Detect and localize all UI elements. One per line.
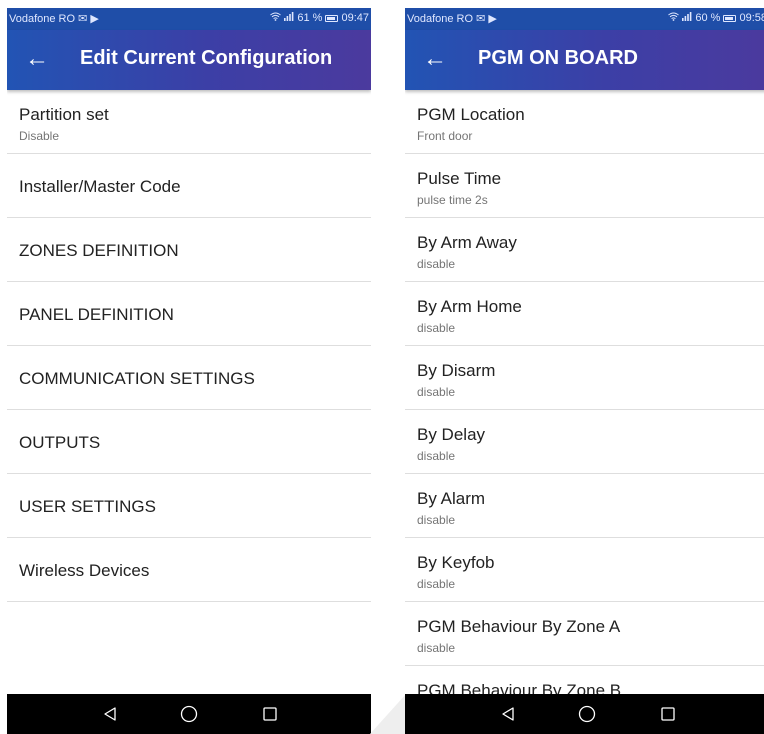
list-item-by-alarm[interactable]: By Alarm disable xyxy=(405,474,764,538)
list-item-subtitle: pulse time 2s xyxy=(417,193,488,207)
circle-home-icon[interactable] xyxy=(164,694,214,734)
wifi-icon xyxy=(668,12,680,24)
signal-icon xyxy=(682,12,692,24)
triangle-back-icon[interactable] xyxy=(483,694,533,734)
list-item-installer-master-code[interactable]: Installer/Master Code xyxy=(7,154,371,218)
list-item-subtitle: disable xyxy=(417,449,456,463)
list-item-panel-definition[interactable]: PANEL DEFINITION xyxy=(7,282,371,346)
list-item-title: By Arm Home xyxy=(417,297,522,316)
list-item-by-arm-home[interactable]: By Arm Home disable xyxy=(405,282,764,346)
list-item-subtitle: disable xyxy=(417,577,456,591)
right-phone-screen: Vodafone RO ✉ ▶ 60 % 09:58 ← PGM ON BOAR… xyxy=(405,8,764,734)
list-item-user-settings[interactable]: USER SETTINGS xyxy=(7,474,371,538)
page-title: Edit Current Configuration xyxy=(80,47,333,69)
app-bar: ← PGM ON BOARD xyxy=(405,30,764,90)
signal-icon xyxy=(284,12,294,24)
wifi-icon xyxy=(270,12,282,24)
status-bar: Vodafone RO ✉ ▶ 60 % 09:58 xyxy=(405,8,764,30)
list-item-pgm-location[interactable]: PGM Location Front door xyxy=(405,90,764,154)
list-item-title: USER SETTINGS xyxy=(19,497,156,516)
list-item-pgm-behaviour-zone-a[interactable]: PGM Behaviour By Zone A disable xyxy=(405,602,764,666)
sim-icon: ✉ xyxy=(476,13,486,25)
pgm-settings-list: PGM Location Front door Pulse Time pulse… xyxy=(405,90,764,730)
clock: 09:47 xyxy=(341,12,369,24)
list-item-wireless-devices[interactable]: Wireless Devices xyxy=(7,538,371,602)
carrier-name: Vodafone RO xyxy=(407,13,474,25)
list-item-title: Partition set xyxy=(19,105,109,124)
list-item-subtitle: Front door xyxy=(417,129,473,143)
list-item-subtitle: disable xyxy=(417,321,456,335)
list-item-subtitle: Disable xyxy=(19,129,60,143)
list-item-by-disarm[interactable]: By Disarm disable xyxy=(405,346,764,410)
list-item-title: By Alarm xyxy=(417,489,486,508)
list-item-title: PANEL DEFINITION xyxy=(19,305,174,324)
page-title: PGM ON BOARD xyxy=(478,47,638,69)
navigation-bar xyxy=(7,694,371,734)
list-item-zones-definition[interactable]: ZONES DEFINITION xyxy=(7,218,371,282)
list-item-subtitle: disable xyxy=(417,513,456,527)
arrow-left-icon[interactable]: ← xyxy=(420,44,450,74)
list-item-by-keyfob[interactable]: By Keyfob disable xyxy=(405,538,764,602)
settings-list: Partition set Disable Installer/Master C… xyxy=(7,90,371,602)
list-item-communication-settings[interactable]: COMMUNICATION SETTINGS xyxy=(7,346,371,410)
circle-home-icon[interactable] xyxy=(562,694,612,734)
list-item-title: By Keyfob xyxy=(417,553,495,572)
navigation-bar xyxy=(405,694,764,734)
status-bar: Vodafone RO ✉ ▶ 61 % 09:47 xyxy=(7,8,371,30)
list-item-title: Installer/Master Code xyxy=(19,177,181,196)
list-item-partition-set[interactable]: Partition set Disable xyxy=(7,90,371,154)
battery-level: 61 % xyxy=(297,12,323,24)
sim-icon: ✉ xyxy=(78,13,88,25)
square-recent-icon[interactable] xyxy=(245,694,295,734)
list-item-title: ZONES DEFINITION xyxy=(19,241,179,260)
list-item-title: OUTPUTS xyxy=(19,433,101,452)
battery-icon xyxy=(723,14,737,22)
battery-level: 60 % xyxy=(695,12,721,24)
app-bar: ← Edit Current Configuration xyxy=(7,30,371,90)
play-icon: ▶ xyxy=(90,13,99,25)
list-item-pulse-time[interactable]: Pulse Time pulse time 2s xyxy=(405,154,764,218)
play-icon: ▶ xyxy=(488,13,497,25)
square-recent-icon[interactable] xyxy=(643,694,693,734)
list-item-title: Wireless Devices xyxy=(19,561,150,580)
list-item-outputs[interactable]: OUTPUTS xyxy=(7,410,371,474)
triangle-back-icon[interactable] xyxy=(85,694,135,734)
list-item-title: PGM Behaviour By Zone A xyxy=(417,617,621,636)
battery-icon xyxy=(325,14,339,22)
left-phone-screen: Vodafone RO ✉ ▶ 61 % 09:47 ← Edit Curren… xyxy=(7,8,371,734)
list-item-title: PGM Location xyxy=(417,105,525,124)
carrier-name: Vodafone RO xyxy=(9,13,76,25)
list-item-title: By Arm Away xyxy=(417,233,517,252)
list-item-title: By Disarm xyxy=(417,361,496,380)
clock: 09:58 xyxy=(739,12,764,24)
list-item-title: Pulse Time xyxy=(417,169,502,188)
list-item-title: By Delay xyxy=(417,425,486,444)
list-item-by-arm-away[interactable]: By Arm Away disable xyxy=(405,218,764,282)
list-item-subtitle: disable xyxy=(417,641,456,655)
arrow-left-icon[interactable]: ← xyxy=(22,44,52,74)
list-item-subtitle: disable xyxy=(417,385,456,399)
list-item-title: COMMUNICATION SETTINGS xyxy=(19,369,255,388)
divider-wedge xyxy=(370,694,406,734)
list-item-subtitle: disable xyxy=(417,257,456,271)
list-item-by-delay[interactable]: By Delay disable xyxy=(405,410,764,474)
